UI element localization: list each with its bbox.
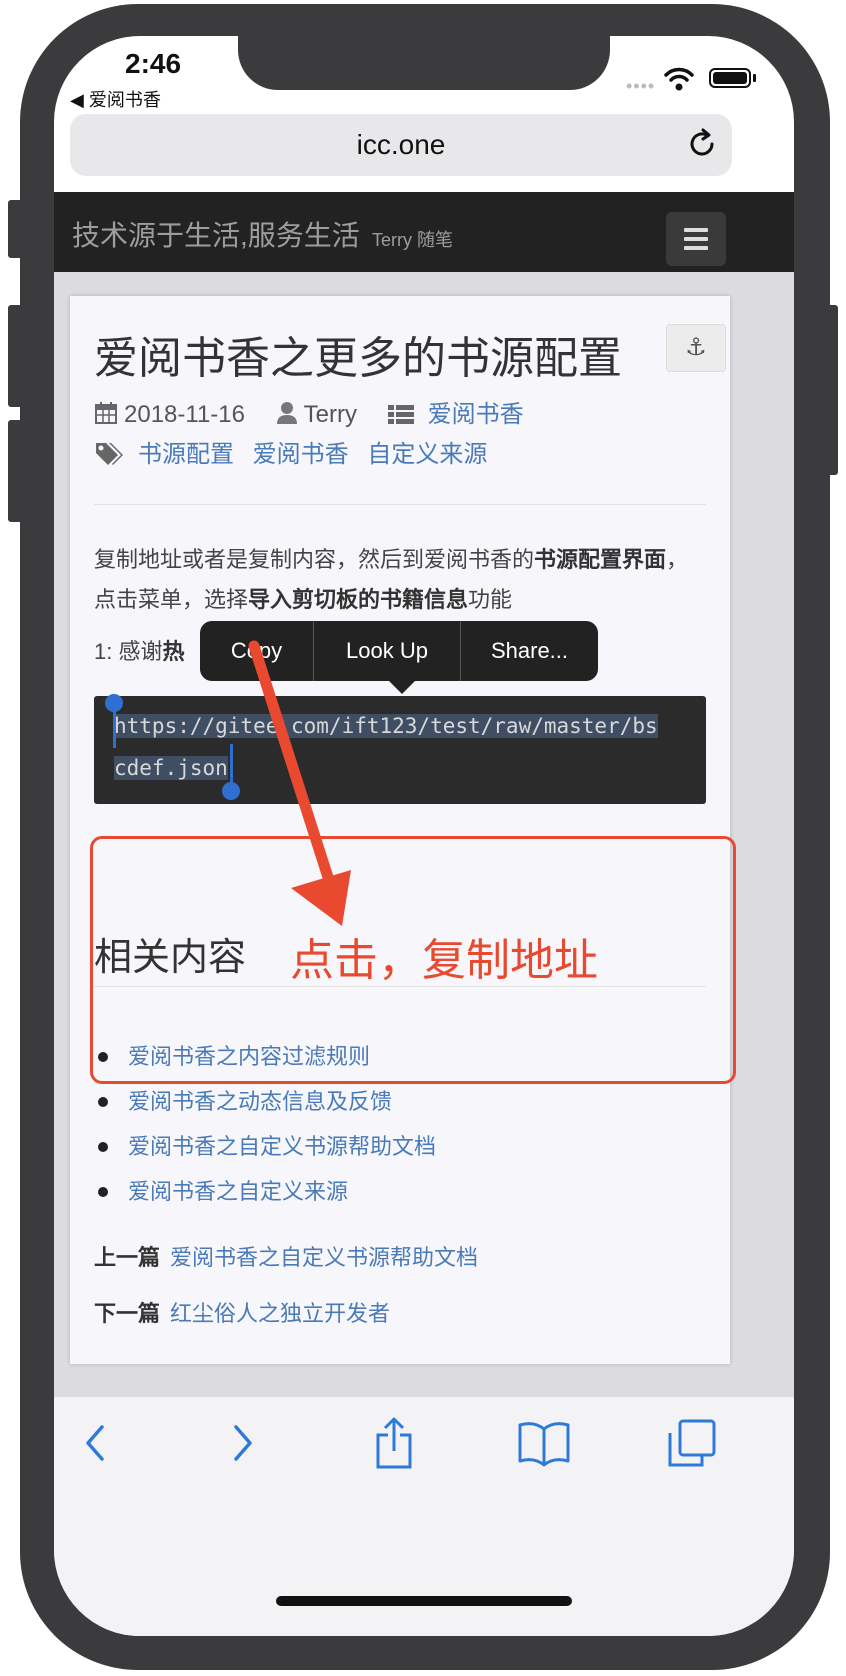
related-list: 爱阅书香之内容过滤规则 爱阅书香之动态信息及反馈 爱阅书香之自定义书源帮助文档 … xyxy=(94,1034,436,1214)
signal-icon: •••• xyxy=(626,76,656,96)
post-date: 2018-11-16 xyxy=(124,401,245,428)
tag-link[interactable]: 书源配置 xyxy=(138,441,234,468)
next-post-link[interactable]: 红尘俗人之独立开发者 xyxy=(170,1301,390,1326)
tabs-icon[interactable] xyxy=(664,1415,720,1471)
divider xyxy=(94,504,706,505)
context-menu: Copy Look Up Share... xyxy=(200,621,598,681)
related-item[interactable]: 爱阅书香之动态信息及反馈 xyxy=(94,1079,436,1124)
calendar-icon xyxy=(95,402,117,424)
battery-icon xyxy=(709,68,751,88)
post-title: 爱阅书香之更多的书源配置 xyxy=(94,334,622,383)
prev-post: 上一篇 爱阅书香之自定义书源帮助文档 xyxy=(94,1240,478,1272)
volume-down-button xyxy=(8,420,22,522)
tag-link[interactable]: 自定义来源 xyxy=(367,441,487,468)
post-meta: 2018-11-16 Terry 爱阅书香 xyxy=(94,394,524,429)
user-icon xyxy=(276,402,297,424)
code-line: cdef.json xyxy=(114,756,228,780)
selection-start-bar xyxy=(113,708,116,748)
selection-start-handle[interactable] xyxy=(105,694,123,712)
hamburger-menu-button[interactable] xyxy=(666,212,726,266)
context-menu-lookup[interactable]: Look Up xyxy=(314,638,460,664)
code-block[interactable]: https://gitee.com/ift123/test/raw/master… xyxy=(94,696,706,804)
prev-post-link[interactable]: 爱阅书香之自定义书源帮助文档 xyxy=(170,1245,478,1270)
article-card: ⚓ 爱阅书香之更多的书源配置 2018-11-16 Terry 爱阅书香 书源配… xyxy=(70,296,736,1364)
context-menu-pointer xyxy=(388,680,416,694)
selection-end-handle[interactable] xyxy=(222,782,240,800)
list-icon xyxy=(387,405,414,424)
related-item[interactable]: 爱阅书香之自定义书源帮助文档 xyxy=(94,1124,436,1169)
site-navbar: 技术源于生活,服务生活 Terry 随笔 xyxy=(54,192,794,272)
volume-up-button xyxy=(8,305,22,407)
tag-link[interactable]: 爱阅书香 xyxy=(253,441,349,468)
screen: 2:46 ◀ 爱阅书香 •••• icc.one 技术源于生活,服务生活 Ter… xyxy=(54,36,794,1636)
site-subtitle: Terry 随笔 xyxy=(372,230,453,250)
context-menu-copy[interactable]: Copy xyxy=(200,638,313,664)
related-item[interactable]: 爱阅书香之自定义来源 xyxy=(94,1169,436,1214)
divider xyxy=(94,986,706,987)
selection-end-bar xyxy=(230,744,233,784)
anchor-icon[interactable]: ⚓ xyxy=(666,324,726,372)
share-icon[interactable] xyxy=(366,1415,422,1471)
intro-paragraph: 复制地址或者是复制内容，然后到爱阅书香的书源配置界面，点击菜单，选择导入剪切板的… xyxy=(94,547,689,612)
bookmarks-icon[interactable] xyxy=(516,1415,572,1471)
home-indicator[interactable] xyxy=(276,1596,572,1606)
back-icon[interactable] xyxy=(68,1415,124,1471)
url-text: icc.one xyxy=(356,129,446,160)
reload-icon[interactable] xyxy=(686,128,718,160)
wifi-icon xyxy=(664,67,694,91)
related-item[interactable]: 爱阅书香之内容过滤规则 xyxy=(94,1034,436,1079)
context-menu-share[interactable]: Share... xyxy=(461,638,598,664)
site-title[interactable]: 技术源于生活,服务生活 xyxy=(72,214,360,254)
notch xyxy=(238,36,610,90)
address-bar[interactable]: icc.one xyxy=(70,114,732,176)
post-tags: 书源配置 爱阅书香 自定义来源 xyxy=(94,434,487,469)
next-post: 下一篇 红尘俗人之独立开发者 xyxy=(94,1296,390,1328)
forward-icon[interactable] xyxy=(214,1415,270,1471)
battery-tip xyxy=(753,74,756,82)
annotation-text: 点击，复制地址 xyxy=(290,936,598,985)
prev-label: 上一篇 xyxy=(94,1245,161,1270)
next-label: 下一篇 xyxy=(94,1301,161,1326)
code-line: https://gitee.com/ift123/test/raw/master… xyxy=(114,714,658,738)
ringer-switch xyxy=(8,200,22,258)
power-button xyxy=(824,305,838,475)
post-category-link[interactable]: 爱阅书香 xyxy=(428,401,524,428)
back-to-app-link[interactable]: ◀ 爱阅书香 xyxy=(70,86,161,112)
tags-icon xyxy=(96,443,123,465)
post-author: Terry xyxy=(303,401,357,428)
related-heading: 相关内容 xyxy=(94,937,247,979)
status-time: 2:46 xyxy=(125,48,182,79)
